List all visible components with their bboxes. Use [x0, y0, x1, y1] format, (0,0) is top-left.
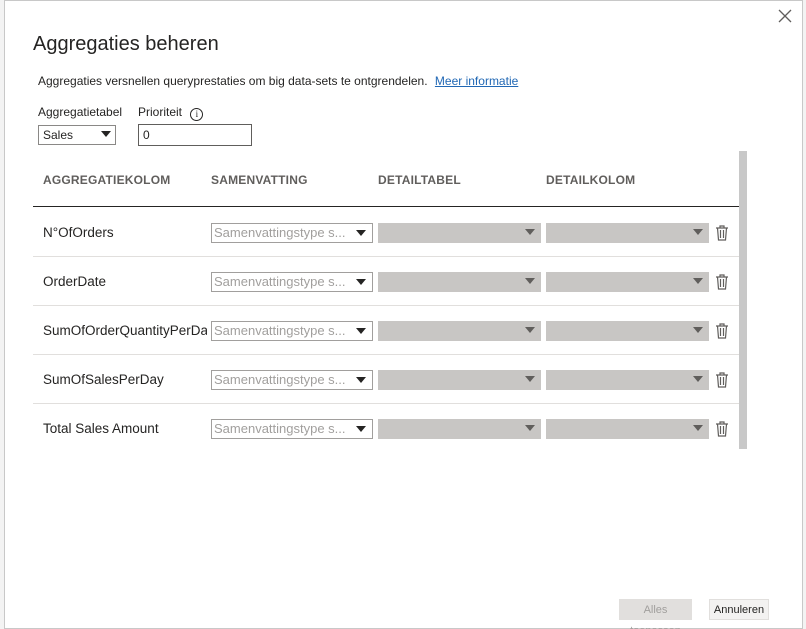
chevron-down-icon	[525, 327, 535, 333]
trash-icon[interactable]	[715, 274, 729, 290]
chevron-down-icon	[356, 279, 366, 285]
summarization-value: Samenvattingstype s...	[214, 225, 346, 240]
manage-aggregations-dialog: Aggregaties beheren Aggregaties versnell…	[4, 0, 803, 629]
aggregation-column-name: SumOfSalesPerDay	[43, 372, 164, 387]
chevron-down-icon	[693, 278, 703, 284]
chevron-down-icon	[693, 327, 703, 333]
summarization-dropdown[interactable]: Samenvattingstype s...	[211, 419, 373, 439]
summarization-value: Samenvattingstype s...	[214, 323, 346, 338]
chevron-down-icon	[356, 377, 366, 383]
chevron-down-icon	[693, 229, 703, 235]
aggregation-table-label: Aggregatietabel	[38, 105, 123, 119]
summarization-value: Samenvattingstype s...	[214, 421, 346, 436]
dialog-description: Aggregaties versnellen queryprestaties o…	[38, 74, 518, 88]
priority-label: Prioriteit	[138, 105, 183, 119]
trash-icon[interactable]	[715, 225, 729, 241]
trash-icon[interactable]	[715, 372, 729, 388]
grid-scrollbar[interactable]	[739, 151, 747, 449]
dialog-title: Aggregaties beheren	[33, 33, 219, 55]
summarization-dropdown[interactable]: Samenvattingstype s...	[211, 370, 373, 390]
detail-column-dropdown[interactable]	[546, 223, 709, 243]
summarization-dropdown[interactable]: Samenvattingstype s...	[211, 321, 373, 341]
header-aggregation-column: AGGREGATIEKOLOM	[43, 173, 171, 187]
detail-column-dropdown[interactable]	[546, 272, 709, 292]
aggregation-column-name: OrderDate	[43, 274, 107, 289]
detail-column-dropdown[interactable]	[546, 321, 709, 341]
aggregation-table-value: Sales	[43, 128, 74, 142]
detail-table-dropdown[interactable]	[378, 272, 541, 292]
chevron-down-icon	[356, 426, 366, 432]
close-icon[interactable]	[774, 5, 796, 27]
detail-table-dropdown[interactable]	[378, 223, 541, 243]
summarization-value: Samenvattingstype s...	[214, 372, 346, 387]
chevron-down-icon	[356, 328, 366, 334]
table-row: SumOfSalesPerDay Samenvattingstype s...	[33, 355, 739, 404]
cancel-button[interactable]: Annuleren	[709, 599, 769, 620]
table-row: Total Sales Amount Samenvattingstype s..…	[33, 404, 739, 453]
detail-table-dropdown[interactable]	[378, 321, 541, 341]
detail-table-dropdown[interactable]	[378, 370, 541, 390]
chevron-down-icon	[525, 278, 535, 284]
summarization-value: Samenvattingstype s...	[214, 274, 346, 289]
summarization-dropdown[interactable]: Samenvattingstype s...	[211, 223, 373, 243]
aggregation-column-name: Total Sales Amount	[43, 421, 159, 436]
detail-column-dropdown[interactable]	[546, 419, 709, 439]
header-detail-column: DETAILKOLOM	[546, 173, 636, 187]
trash-icon[interactable]	[715, 421, 729, 437]
chevron-down-icon	[525, 425, 535, 431]
priority-input[interactable]: 0	[138, 124, 252, 146]
table-row: N°OfOrders Samenvattingstype s...	[33, 208, 739, 257]
description-text: Aggregaties versnellen queryprestaties o…	[38, 74, 428, 88]
header-summarization: SAMENVATTING	[211, 173, 308, 187]
aggregation-grid: AGGREGATIEKOLOM SAMENVATTING DETAILTABEL…	[33, 151, 747, 449]
priority-label-wrap: Prioriteit i	[138, 105, 204, 121]
chevron-down-icon	[101, 131, 111, 137]
table-row: OrderDate Samenvattingstype s...	[33, 257, 739, 306]
chevron-down-icon	[525, 229, 535, 235]
info-icon[interactable]: i	[190, 108, 204, 121]
header-detail-table: DETAILTABEL	[378, 173, 461, 187]
grid-header: AGGREGATIEKOLOM SAMENVATTING DETAILTABEL…	[33, 151, 739, 207]
chevron-down-icon	[693, 376, 703, 382]
aggregation-column-name: SumOfOrderQuantityPerDay	[43, 323, 207, 338]
aggregation-table-select[interactable]: Sales	[38, 125, 116, 145]
detail-column-dropdown[interactable]	[546, 370, 709, 390]
apply-all-button[interactable]: Alles toepassen	[619, 599, 692, 629]
aggregation-column-name: N°OfOrders	[43, 225, 114, 240]
trash-icon[interactable]	[715, 323, 729, 339]
learn-more-link[interactable]: Meer informatie	[435, 74, 518, 88]
chevron-down-icon	[356, 230, 366, 236]
summarization-dropdown[interactable]: Samenvattingstype s...	[211, 272, 373, 292]
chevron-down-icon	[525, 376, 535, 382]
table-row: SumOfOrderQuantityPerDay Samenvattingsty…	[33, 306, 739, 355]
detail-table-dropdown[interactable]	[378, 419, 541, 439]
chevron-down-icon	[693, 425, 703, 431]
